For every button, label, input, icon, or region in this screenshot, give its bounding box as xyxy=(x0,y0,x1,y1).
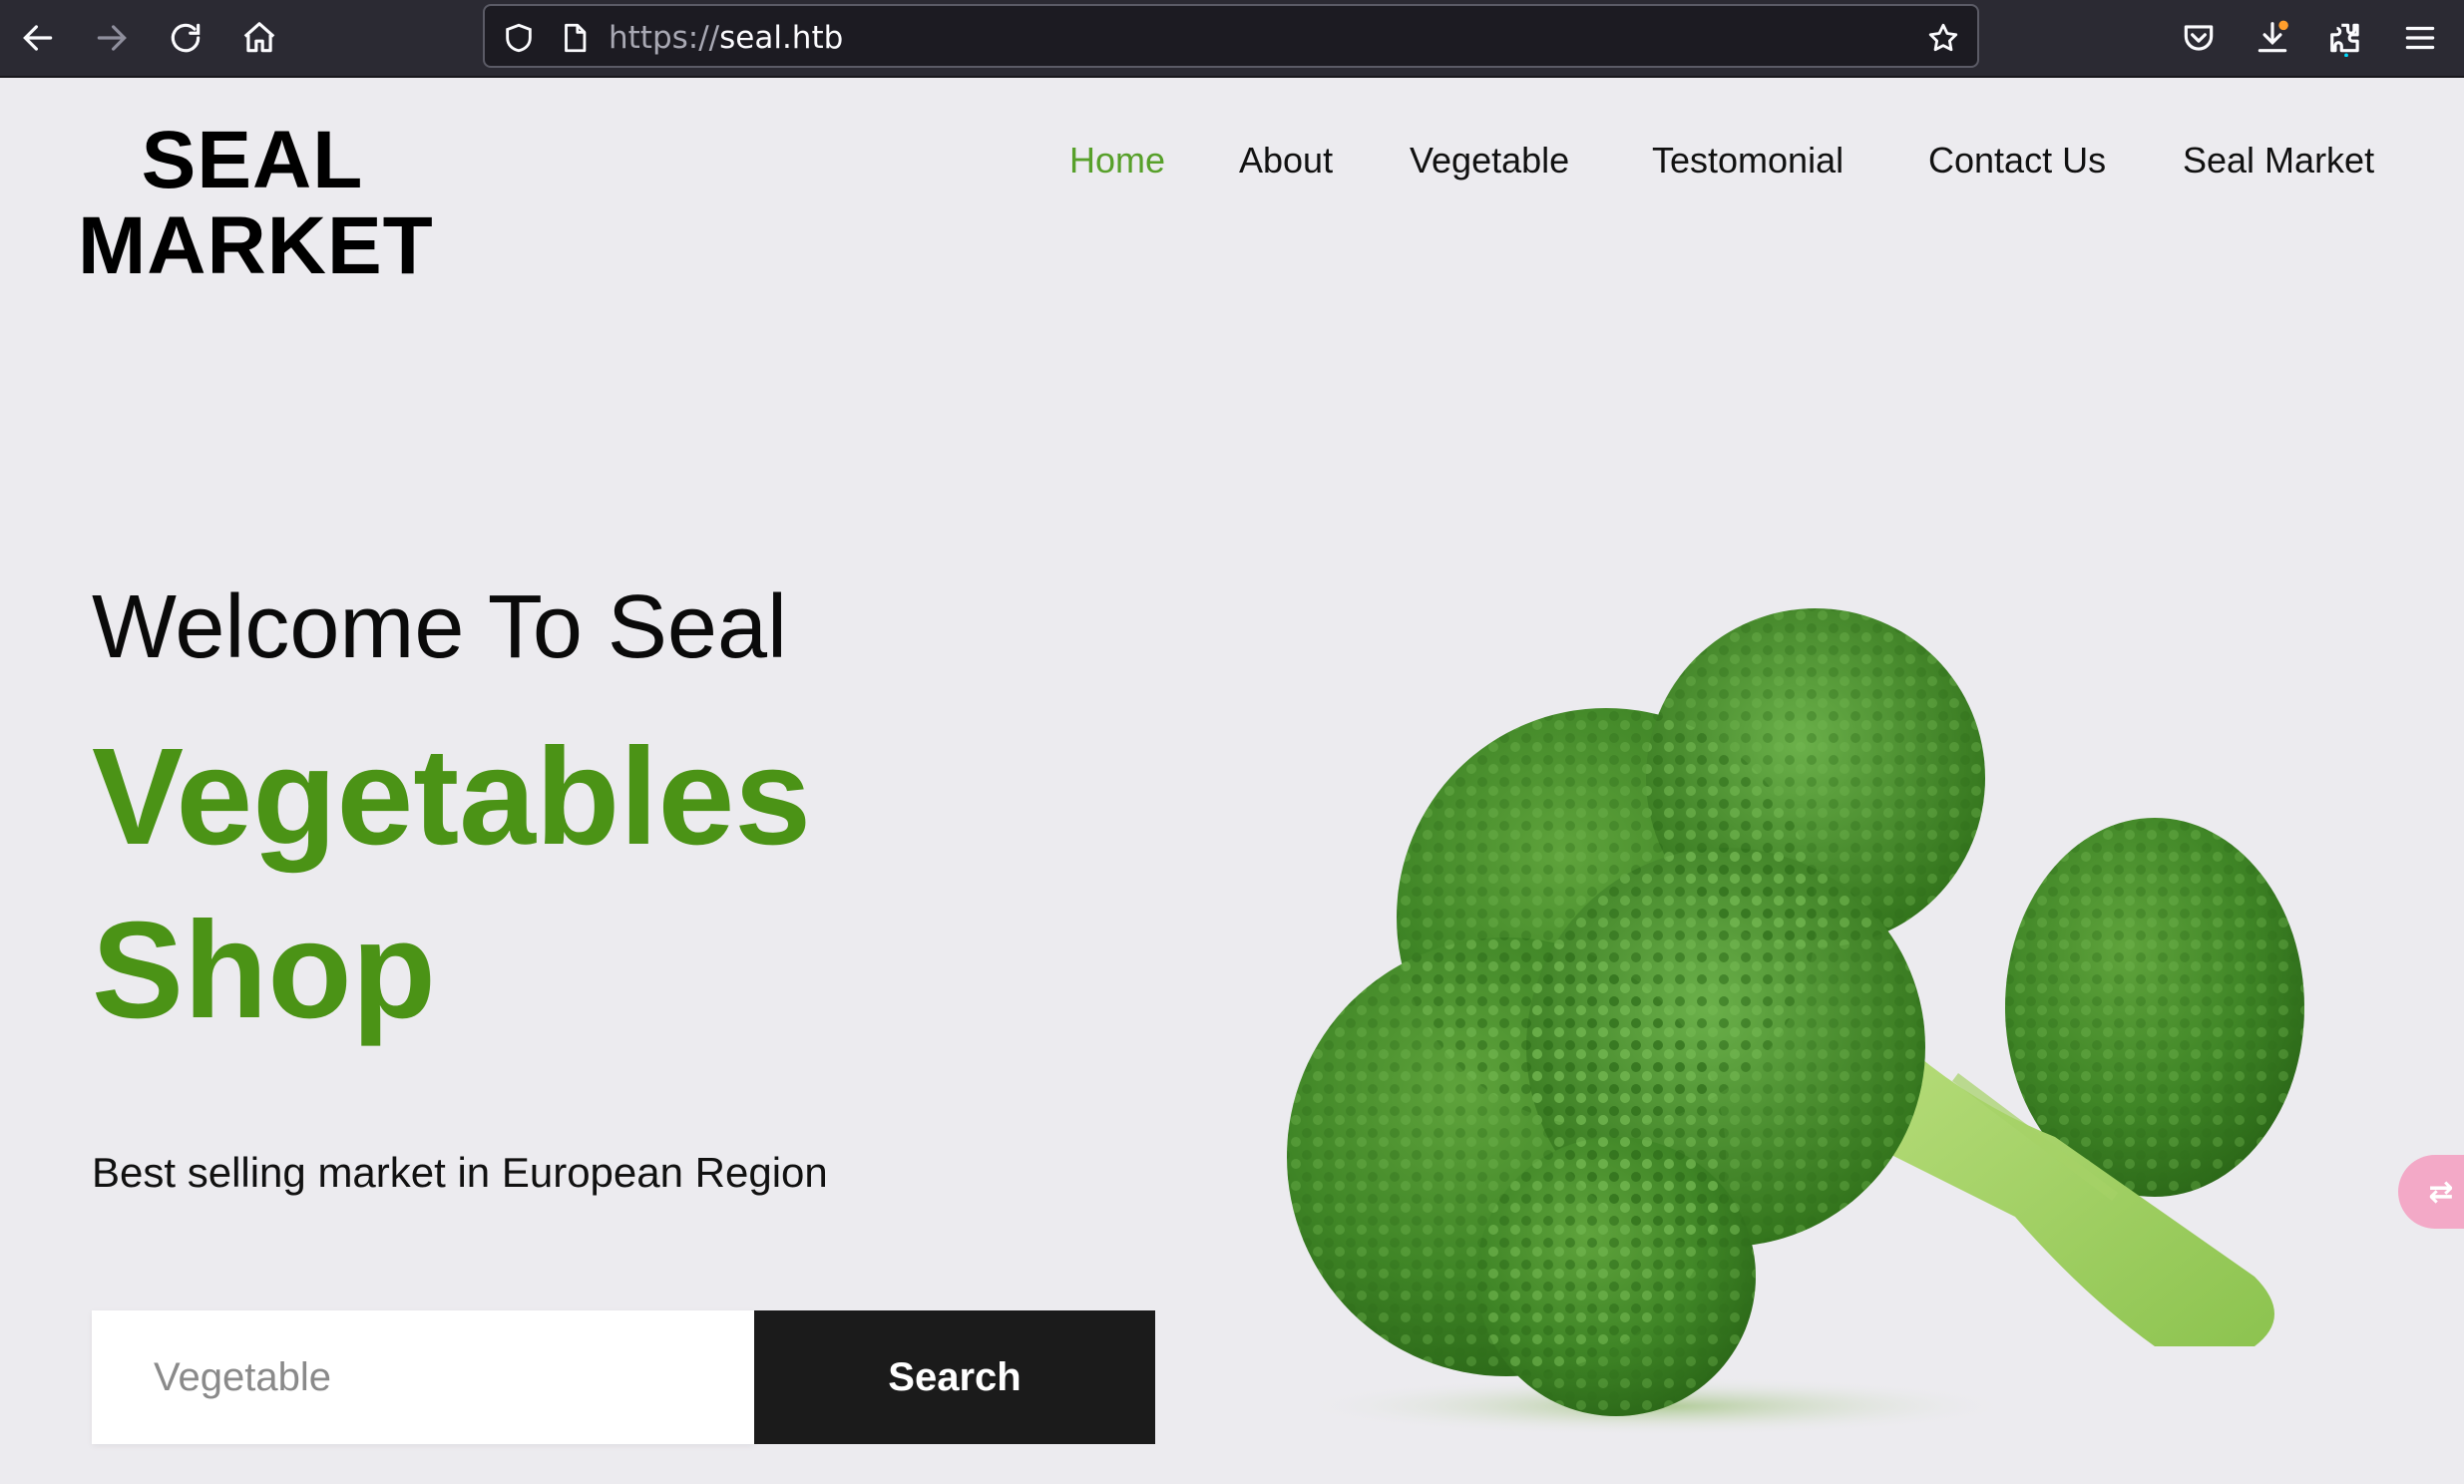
broccoli-image xyxy=(1287,608,2304,1436)
translate-icon: ⇄ xyxy=(2428,1174,2454,1210)
logo-line-2: MARKET xyxy=(78,200,434,291)
forward-arrow-icon[interactable] xyxy=(88,14,136,62)
page-icon[interactable] xyxy=(553,16,597,60)
menu-icon[interactable] xyxy=(2396,14,2444,62)
hero-title-line-2: Shop xyxy=(92,894,436,1047)
nav-about[interactable]: About xyxy=(1239,140,1333,182)
browser-toolbar: https://seal.htb xyxy=(0,0,2464,78)
hero-title: Vegetables Shop xyxy=(92,710,990,1057)
site-logo[interactable]: SEAL MARKET xyxy=(78,115,434,291)
hero-welcome: Welcome To Seal xyxy=(92,577,788,677)
shield-icon[interactable] xyxy=(497,16,541,60)
home-icon[interactable] xyxy=(235,14,283,62)
logo-line-1: SEAL xyxy=(141,115,364,205)
translate-button[interactable]: ⇄ xyxy=(2398,1155,2464,1229)
back-arrow-icon[interactable] xyxy=(14,14,62,62)
reload-icon[interactable] xyxy=(162,14,209,62)
url-scheme: https:// xyxy=(609,20,720,56)
pocket-icon[interactable] xyxy=(2175,14,2223,62)
nav-vegetable[interactable]: Vegetable xyxy=(1410,140,1569,182)
search-button[interactable]: Search xyxy=(754,1310,1155,1444)
url-text[interactable]: https://seal.htb xyxy=(609,20,843,56)
hero-tagline: Best selling market in European Region xyxy=(92,1149,828,1196)
url-bar[interactable]: https://seal.htb xyxy=(483,4,1979,68)
nav-seal-market[interactable]: Seal Market xyxy=(2183,140,2374,182)
download-icon[interactable] xyxy=(2249,14,2296,62)
nav-contact-us[interactable]: Contact Us xyxy=(1928,140,2106,182)
url-host: seal.htb xyxy=(719,20,844,56)
star-icon[interactable] xyxy=(1921,16,1965,60)
extensions-icon[interactable] xyxy=(2322,14,2370,62)
search-input[interactable] xyxy=(92,1310,754,1444)
hero-title-line-1: Vegetables xyxy=(92,720,812,874)
nav-home[interactable]: Home xyxy=(1069,140,1165,182)
nav-testimonial[interactable]: Testomonial xyxy=(1652,140,1844,182)
